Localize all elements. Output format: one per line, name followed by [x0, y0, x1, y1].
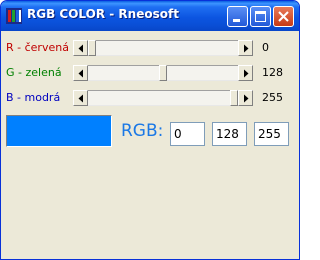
blue-scroll-track[interactable]: [88, 90, 238, 106]
green-input[interactable]: [212, 122, 247, 146]
minimize-button[interactable]: [227, 6, 248, 27]
left-arrow-icon: [78, 69, 83, 78]
slider-row-green: G - zelená 128: [1, 63, 299, 83]
green-scrollbar[interactable]: [73, 65, 253, 81]
left-arrow-icon: [78, 94, 83, 103]
blue-scroll-right-button[interactable]: [238, 90, 253, 106]
red-scroll-track[interactable]: [88, 40, 238, 56]
left-arrow-icon: [78, 44, 83, 53]
green-scroll-left-button[interactable]: [73, 65, 88, 81]
blue-value: 255: [262, 91, 283, 104]
close-icon: [278, 11, 289, 22]
slider-row-red: R - červená 0: [1, 38, 299, 58]
blue-label: B - modrá: [6, 91, 61, 104]
minimize-icon: [233, 19, 240, 22]
red-scroll-right-button[interactable]: [238, 40, 253, 56]
close-button[interactable]: [273, 6, 294, 27]
green-value: 128: [262, 66, 283, 79]
slider-row-blue: B - modrá 255: [1, 88, 299, 108]
maximize-button[interactable]: [250, 6, 271, 27]
red-scroll-left-button[interactable]: [73, 40, 88, 56]
app-icon: [6, 8, 22, 24]
right-arrow-icon: [244, 44, 249, 53]
red-scroll-thumb[interactable]: [88, 40, 96, 56]
title-bar[interactable]: RGB COLOR - Rneosoft: [1, 1, 299, 31]
right-arrow-icon: [244, 69, 249, 78]
green-scroll-right-button[interactable]: [238, 65, 253, 81]
blue-scroll-left-button[interactable]: [73, 90, 88, 106]
color-preview: [6, 115, 112, 147]
blue-scrollbar[interactable]: [73, 90, 253, 106]
window-title: RGB COLOR - Rneosoft: [27, 7, 179, 21]
green-scroll-thumb[interactable]: [159, 65, 167, 81]
green-scroll-track[interactable]: [88, 65, 238, 81]
blue-input[interactable]: [254, 122, 289, 146]
red-value: 0: [262, 41, 269, 54]
blue-scroll-thumb[interactable]: [230, 90, 238, 106]
green-label: G - zelená: [6, 66, 62, 79]
red-label: R - červená: [6, 41, 69, 54]
rgb-label: RGB:: [121, 121, 164, 141]
right-arrow-icon: [244, 94, 249, 103]
rgb-color-window: RGB COLOR - Rneosoft R - červená 0 G - z…: [0, 0, 300, 260]
maximize-icon: [255, 11, 266, 22]
red-input[interactable]: [170, 122, 205, 146]
red-scrollbar[interactable]: [73, 40, 253, 56]
